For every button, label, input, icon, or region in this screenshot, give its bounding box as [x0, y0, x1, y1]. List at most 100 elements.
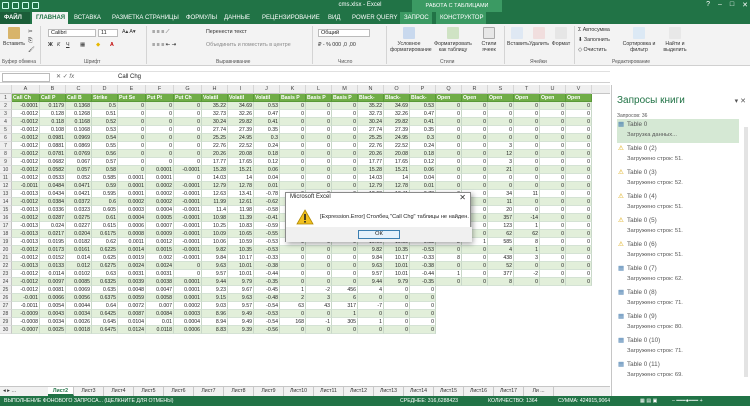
table-cell[interactable]: 0 — [514, 134, 540, 142]
table-cell[interactable]: -0.56 — [254, 326, 280, 334]
table-cell[interactable]: 11.4 — [202, 206, 228, 214]
table-cell[interactable]: 0 — [462, 158, 488, 166]
table-header-cell[interactable]: Call B — [66, 94, 92, 102]
redo-icon[interactable] — [32, 2, 39, 9]
table-cell[interactable]: 0.61 — [92, 214, 118, 222]
table-cell[interactable]: 0.0026 — [66, 318, 92, 326]
table-cell[interactable]: 0 — [384, 294, 410, 302]
table-cell[interactable]: 1 — [358, 318, 384, 326]
row-header[interactable]: 18 — [0, 230, 12, 238]
sheet-tab[interactable]: Лист6 — [164, 387, 194, 396]
table-header-cell[interactable]: Call P — [40, 94, 66, 102]
table-cell[interactable]: 11.39 — [228, 214, 254, 222]
paste-button[interactable]: Вставить — [3, 27, 25, 47]
table-cell[interactable]: 0 — [146, 134, 174, 142]
table-cell[interactable]: 0 — [384, 310, 410, 318]
delete-cells-button[interactable]: Удалить — [528, 27, 550, 47]
table-cell[interactable]: -0.0012 — [12, 150, 40, 158]
table-cell[interactable]: 0 — [118, 126, 146, 134]
sheet-tab[interactable]: Ли ... — [524, 387, 554, 396]
table-cell[interactable]: 0.0007 — [146, 222, 174, 230]
table-cell[interactable]: 0 — [332, 110, 358, 118]
query-item[interactable]: ⚠ Table 0 (3) Загружено строк: 52. — [617, 167, 739, 191]
table-cell[interactable]: 0 — [332, 166, 358, 174]
table-cell[interactable]: 0 — [332, 326, 358, 334]
table-cell[interactable]: 21 — [488, 166, 514, 174]
table-cell[interactable]: 123 — [488, 222, 514, 230]
table-cell[interactable]: 0 — [280, 326, 306, 334]
table-cell[interactable]: 27.39 — [384, 126, 410, 134]
underline-button[interactable]: Ч — [66, 42, 70, 48]
column-header[interactable]: C — [66, 85, 92, 94]
row-header[interactable]: 17 — [0, 222, 12, 230]
table-cell[interactable]: 0 — [306, 126, 332, 134]
table-cell[interactable]: 12 — [488, 150, 514, 158]
table-cell[interactable]: 0 — [306, 102, 332, 110]
table-cell[interactable]: 0 — [514, 110, 540, 118]
merge-center-button[interactable]: Объединить и поместить в центре — [206, 42, 291, 48]
table-cell[interactable]: -0.0012 — [12, 126, 40, 134]
table-cell[interactable]: 0.0682 — [40, 158, 66, 166]
table-cell[interactable]: 0 — [540, 126, 566, 134]
column-header[interactable]: F — [146, 85, 174, 94]
sheet-tab[interactable]: Лист9 — [254, 387, 284, 396]
table-cell[interactable]: 0 — [436, 142, 462, 150]
table-cell[interactable]: 15.21 — [228, 166, 254, 174]
table-cell[interactable]: 585 — [488, 238, 514, 246]
autosum-button[interactable]: Σ Автосумма — [578, 27, 610, 33]
tab-query[interactable]: ЗАПРОС — [400, 12, 432, 24]
table-cell[interactable]: 10.17 — [228, 254, 254, 262]
table-cell[interactable]: 9.15 — [202, 294, 228, 302]
table-cell[interactable]: 0.645 — [92, 318, 118, 326]
table-cell[interactable]: 0.0048 — [118, 286, 146, 294]
table-cell[interactable]: 14 — [384, 174, 410, 182]
table-cell[interactable]: 0.0582 — [40, 166, 66, 174]
table-cell[interactable]: 0.0081 — [40, 286, 66, 294]
table-cell[interactable]: 0.3 — [410, 134, 436, 142]
row-header[interactable]: 27 — [0, 302, 12, 310]
table-cell[interactable]: 0 — [540, 222, 566, 230]
table-cell[interactable]: 29.82 — [228, 118, 254, 126]
table-header-cell[interactable]: Open — [566, 94, 592, 102]
conditional-formatting-button[interactable]: Условное форматирование — [390, 27, 432, 53]
table-cell[interactable]: 0.067 — [66, 158, 92, 166]
table-cell[interactable]: 20.08 — [384, 150, 410, 158]
table-cell[interactable]: 0 — [332, 102, 358, 110]
table-cell[interactable]: 0.0769 — [66, 150, 92, 158]
table-cell[interactable]: 9.39 — [228, 326, 254, 334]
table-cell[interactable]: 0.0227 — [66, 222, 92, 230]
row-header[interactable]: 7 — [0, 142, 12, 150]
table-cell[interactable]: 0 — [540, 158, 566, 166]
table-cell[interactable]: 0 — [174, 158, 202, 166]
column-header[interactable]: E — [118, 85, 146, 94]
table-cell[interactable]: 0.0969 — [66, 134, 92, 142]
table-cell[interactable]: 0 — [514, 182, 540, 190]
row-header[interactable]: 4 — [0, 118, 12, 126]
clear-button[interactable]: ◇ Очистить — [578, 47, 607, 53]
table-cell[interactable]: 8 — [436, 254, 462, 262]
table-cell[interactable]: 0 — [174, 118, 202, 126]
table-cell[interactable]: 0 — [540, 118, 566, 126]
table-cell[interactable]: 0.41 — [410, 118, 436, 126]
table-cell[interactable]: 0 — [280, 110, 306, 118]
table-cell[interactable]: 14 — [228, 174, 254, 182]
table-cell[interactable]: 0 — [462, 246, 488, 254]
table-cell[interactable]: 9.03 — [202, 302, 228, 310]
table-cell[interactable]: 0.057 — [66, 166, 92, 174]
table-cell[interactable]: -0.0001 — [174, 254, 202, 262]
row-header[interactable]: 9 — [0, 158, 12, 166]
table-cell[interactable]: 0.06 — [410, 166, 436, 174]
table-cell[interactable]: 0 — [146, 126, 174, 134]
table-cell[interactable]: 0 — [306, 310, 332, 318]
table-cell[interactable]: 0.47 — [410, 110, 436, 118]
table-cell[interactable]: 63 — [280, 302, 306, 310]
column-header[interactable]: P — [410, 85, 436, 94]
table-cell[interactable]: 0.1068 — [66, 126, 92, 134]
column-header[interactable]: O — [384, 85, 410, 94]
column-header[interactable]: J — [254, 85, 280, 94]
table-cell[interactable]: 0.55 — [92, 142, 118, 150]
column-header[interactable]: I — [228, 85, 254, 94]
table-cell[interactable]: 43 — [306, 302, 332, 310]
table-cell[interactable]: 15.21 — [384, 166, 410, 174]
table-cell[interactable]: 8 — [488, 278, 514, 286]
